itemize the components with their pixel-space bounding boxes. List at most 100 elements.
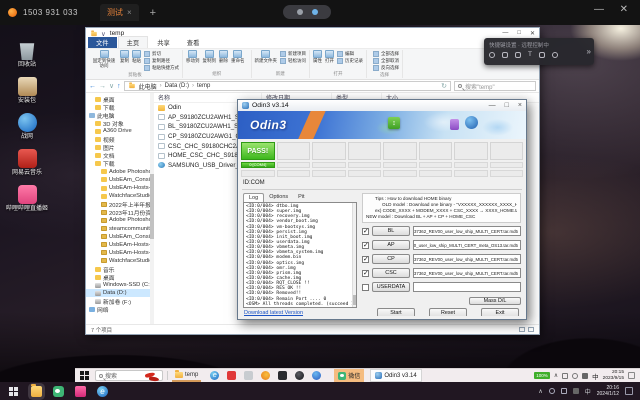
close-button[interactable]: × bbox=[518, 102, 522, 109]
file-path-field[interactable] bbox=[413, 282, 521, 292]
steam-icon[interactable] bbox=[295, 371, 304, 380]
checkbox[interactable] bbox=[362, 242, 369, 249]
thumbnails-view-icon[interactable] bbox=[528, 327, 534, 332]
orange-app-icon[interactable] bbox=[261, 371, 270, 380]
nav-tree-item[interactable]: 下载 bbox=[86, 103, 150, 111]
nav-tree-item[interactable]: 文档 bbox=[86, 152, 150, 160]
nav-tree-item[interactable]: UsbEAm_Consiste… bbox=[86, 176, 150, 184]
checkbox[interactable] bbox=[362, 284, 369, 291]
nav-tree-item[interactable]: WatchfaceStudio… bbox=[86, 257, 150, 265]
nav-tree-item[interactable]: UsbEAm_Consiste… bbox=[86, 233, 150, 241]
ribbon-button[interactable]: 新建文件夹 bbox=[255, 50, 278, 64]
desktop-icon[interactable]: 回收站 bbox=[5, 41, 49, 69]
odin-tab[interactable]: Options bbox=[264, 193, 293, 202]
power-icon[interactable] bbox=[552, 52, 558, 58]
details-view-icon[interactable] bbox=[519, 327, 525, 332]
scrollbar-thumb[interactable] bbox=[150, 174, 154, 239]
breadcrumb-segment[interactable]: temp bbox=[197, 83, 210, 89]
desktop-icon[interactable]: 网易云音乐 bbox=[5, 149, 49, 177]
maximize-button[interactable]: □ bbox=[517, 30, 521, 37]
nav-tree-item[interactable]: 新加卷 (F:) bbox=[86, 297, 150, 305]
session-tab[interactable]: 测试 × bbox=[100, 4, 139, 21]
ribbon-button[interactable]: 复制路径 bbox=[144, 58, 179, 64]
nav-tree-item[interactable]: UsbEAm-Hosts-Edi… bbox=[86, 184, 150, 192]
checkbox[interactable] bbox=[362, 270, 369, 277]
ribbon-tab[interactable]: 文件 bbox=[88, 37, 117, 48]
network-icon[interactable] bbox=[582, 373, 588, 379]
refresh-icon[interactable]: ↻ bbox=[441, 83, 447, 90]
ribbon-button[interactable]: 粘贴 bbox=[132, 50, 141, 68]
app-tray-icon[interactable] bbox=[562, 373, 568, 379]
notification-center-icon[interactable] bbox=[625, 387, 633, 395]
ribbon-tab[interactable]: 查看 bbox=[179, 37, 208, 48]
ribbon-button[interactable]: 复制到 bbox=[203, 50, 217, 64]
wechat-icon[interactable] bbox=[53, 386, 64, 397]
microphone-icon[interactable] bbox=[502, 52, 508, 58]
text-tool-icon[interactable]: T bbox=[528, 52, 532, 59]
desktop-icon[interactable]: 战网 bbox=[5, 113, 49, 141]
nav-tree-item[interactable]: 桌面 bbox=[86, 273, 150, 281]
start-button[interactable]: Start bbox=[377, 308, 415, 316]
file-path-field[interactable]: D:\temp\AP_S9180ZCU2AWH1_S9180ZCU2AWH1_M… bbox=[413, 240, 521, 250]
pink-app-icon[interactable] bbox=[75, 386, 86, 397]
taskbar-odin-button[interactable]: Odin3 v3.14 bbox=[370, 369, 421, 382]
ribbon-button[interactable]: 属性 bbox=[313, 50, 322, 64]
reset-button[interactable]: Reset bbox=[429, 308, 467, 316]
maximize-button[interactable]: □ bbox=[505, 102, 509, 109]
volume-icon[interactable] bbox=[561, 388, 567, 394]
nav-tree-item[interactable]: UsbEAm-Hosts-Edi… bbox=[86, 249, 150, 257]
grey-app-icon[interactable] bbox=[244, 371, 253, 380]
network-icon[interactable] bbox=[573, 388, 579, 394]
download-latest-link[interactable]: Download latest Version bbox=[243, 308, 357, 316]
odin-titlebar[interactable]: Odin3 v3.14 — □ × bbox=[238, 100, 526, 111]
blue-app-icon[interactable] bbox=[312, 371, 321, 380]
chat-icon[interactable] bbox=[489, 52, 495, 58]
start-button[interactable] bbox=[78, 371, 91, 380]
ribbon-tab[interactable]: 共享 bbox=[149, 37, 178, 48]
close-button[interactable]: ✕ bbox=[530, 30, 535, 37]
nav-tree-item[interactable]: steamcommunity_3… bbox=[86, 225, 150, 233]
slot-select-button[interactable]: AP bbox=[372, 240, 410, 250]
screenshot-icon[interactable] bbox=[515, 52, 521, 58]
ribbon-button[interactable]: 历史记录 bbox=[337, 58, 363, 64]
desktop-icon[interactable]: 哔哩哔哩直播姬 bbox=[5, 185, 49, 213]
nav-scrollbar[interactable] bbox=[150, 93, 154, 324]
nav-tree-item[interactable]: Adobe Photoshop… bbox=[86, 216, 150, 224]
nav-tree-item[interactable]: 桌面 bbox=[86, 95, 150, 103]
tab-close-icon[interactable]: × bbox=[127, 8, 132, 17]
microphone-icon[interactable] bbox=[549, 388, 555, 394]
odin-tab[interactable]: Pit bbox=[293, 193, 309, 202]
minimize-button[interactable]: — bbox=[489, 102, 496, 109]
forward-icon[interactable]: → bbox=[99, 83, 106, 90]
ribbon-button[interactable]: 固定到快速访问 bbox=[91, 50, 117, 68]
ribbon-button[interactable]: 重命名 bbox=[231, 50, 245, 64]
notification-center-icon[interactable] bbox=[628, 372, 635, 379]
file-path-field[interactable]: D:\temp\HOME_CSC_CHC_S9180CHC2AWH1_MQB69… bbox=[413, 268, 521, 278]
taskbar-explorer-button[interactable]: temp bbox=[172, 369, 201, 382]
ribbon-button[interactable]: 新建项目 bbox=[280, 51, 306, 57]
taskbar-clock[interactable]: 20:15 2023/9/15 bbox=[603, 370, 624, 381]
tray-expand-icon[interactable]: ∧ bbox=[554, 373, 558, 379]
file-path-field[interactable]: D:\temp\BL_S9180ZCU2AWH1_S9180ZCU2AWH1_M… bbox=[413, 226, 521, 236]
log-scrollbar[interactable] bbox=[352, 203, 356, 307]
minimize-button[interactable]: — bbox=[502, 30, 508, 37]
nav-tree-item[interactable]: Windows-SSD (C:) bbox=[86, 281, 150, 289]
ribbon-button[interactable]: 轻松访问 bbox=[280, 58, 306, 64]
ribbon-button[interactable]: 剪切 bbox=[144, 51, 179, 57]
checkbox[interactable] bbox=[362, 256, 369, 263]
battery-indicator[interactable]: 100% bbox=[534, 372, 550, 379]
ribbon-button[interactable]: 全部取消 bbox=[373, 58, 399, 64]
log-box[interactable]: <ID:0/004> dtbo.img<ID:0/004> super.img<… bbox=[243, 202, 357, 308]
breadcrumb-segment[interactable]: 此电脑 bbox=[139, 82, 157, 91]
checkbox[interactable] bbox=[362, 228, 369, 235]
slot-select-button[interactable]: CP bbox=[372, 254, 410, 264]
up-icon[interactable]: ↑ bbox=[117, 83, 121, 90]
session-toolbar-pill[interactable] bbox=[283, 5, 331, 19]
nav-tree-item[interactable]: 视频 bbox=[86, 135, 150, 143]
history-dropdown-icon[interactable]: ∨ bbox=[109, 83, 114, 90]
nav-tree-item[interactable]: 图片 bbox=[86, 144, 150, 152]
minimize-button[interactable]: — bbox=[594, 4, 604, 15]
slot-select-button[interactable]: USERDATA bbox=[372, 282, 410, 292]
odin-tab[interactable]: Log bbox=[243, 193, 264, 202]
nav-tree-item[interactable]: UsbEAm-Hosts-Edi… bbox=[86, 241, 150, 249]
